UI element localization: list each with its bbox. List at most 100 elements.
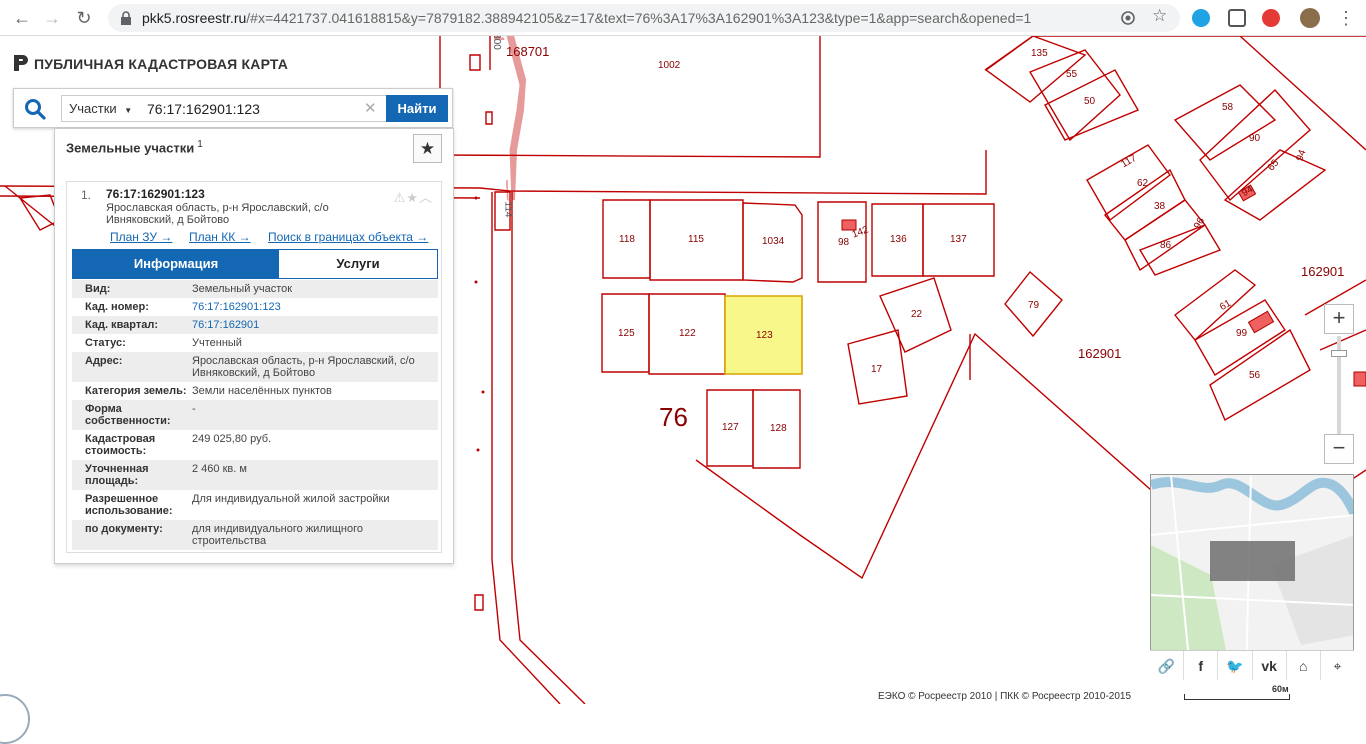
search-input[interactable] — [135, 95, 387, 122]
location-target-icon[interactable] — [1120, 10, 1136, 26]
attribute-key: Форма собственности: — [85, 403, 171, 427]
attribute-key: Кад. квартал: — [85, 319, 159, 331]
search-type-label: Участки — [69, 101, 117, 116]
vk-icon[interactable]: vk — [1253, 651, 1287, 680]
attribute-value[interactable]: 76:17:162901 — [192, 319, 438, 331]
attributes-table: Вид: Земельный участок Кад. номер: 76:17:16… — [72, 280, 438, 550]
attribute-key: Адрес: — [85, 355, 123, 367]
warning-icon[interactable]: ⚠ — [394, 190, 407, 205]
lock-icon — [121, 11, 131, 25]
link-icon[interactable]: 🔗 — [1150, 651, 1185, 680]
plan-kk-link[interactable]: План КК → — [189, 230, 251, 244]
star-icon[interactable]: ★ — [413, 134, 442, 163]
attribute-value: Земельный участок — [192, 283, 293, 295]
parcel-label: 22 — [911, 309, 923, 320]
parcel-label: 136 — [890, 234, 907, 245]
tab-services[interactable]: Услуги — [279, 250, 437, 278]
parcel-label: 122 — [679, 328, 696, 339]
chevron-up-icon[interactable]: ︿ — [419, 190, 433, 205]
chevron-down-icon: ▼ — [124, 106, 133, 115]
parcel-label: 58 — [1222, 102, 1234, 113]
attribute-row: Кад. квартал: 76:17:162901 — [72, 316, 438, 334]
menu-dots-icon[interactable]: ⋮ — [1336, 8, 1356, 28]
arrow-left-icon[interactable]: ← — [12, 8, 32, 28]
parcel-label: 125 — [618, 328, 635, 339]
search-button[interactable]: Найти — [386, 95, 448, 122]
parcel-label: 123 — [756, 330, 773, 341]
parcel-label: 99 — [1236, 328, 1248, 339]
attribute-value: Земли населённых пунктов — [192, 385, 332, 397]
road-label: 114 — [502, 201, 514, 218]
search-type-dropdown[interactable]: Участки ▼ — [61, 95, 136, 122]
parcel-label: 79 — [1028, 300, 1040, 311]
parcel-label: 50 — [1084, 96, 1096, 107]
url-host: pkk5.rosreestr.ru — [142, 10, 247, 26]
parcel-label: 38 — [1154, 201, 1166, 212]
zoom-in-button[interactable]: + — [1324, 304, 1354, 334]
parcel-label: 90 — [1249, 133, 1261, 144]
attribute-row: Вид: Земельный участок — [72, 280, 438, 298]
reload-icon[interactable]: ↻ — [74, 8, 94, 28]
scale-label: 60м — [1272, 684, 1289, 694]
attribute-row: Уточненная площадь: 2 460 кв. м — [72, 460, 438, 490]
parcel-label: 17 — [871, 364, 883, 375]
attribute-key: Кад. номер: — [85, 301, 149, 313]
zoom-slider-handle[interactable] — [1331, 349, 1347, 357]
locate-icon[interactable]: ⌖ — [1321, 651, 1354, 680]
parcel-label: 1034 — [762, 236, 785, 247]
map-share-toolbar: 🔗 f 🐦 vk ⌂ ⌖ — [1150, 650, 1354, 680]
parcel-label: 86 — [1160, 240, 1172, 251]
attribute-row: Разрешенное использование: Для индивидуал… — [72, 490, 438, 520]
attribute-key: Категория земель: — [85, 385, 187, 397]
attribute-value: для индивидуального жилищного строительс… — [192, 523, 364, 547]
facebook-icon[interactable]: f — [1184, 651, 1219, 680]
address-bar[interactable]: pkk5.rosreestr.ru/#x=4421737.041618815&y… — [108, 4, 1180, 32]
home-icon[interactable]: ⌂ — [1287, 651, 1321, 680]
extension-icon[interactable] — [1228, 9, 1246, 27]
attribute-value: Для индивидуальной жилой застройки — [192, 493, 390, 505]
result-address: Ярославская область, р-н Ярославский, с/… — [106, 202, 329, 226]
attribute-value: Учтенный — [192, 337, 242, 349]
result-cadastral-number[interactable]: 76:17:162901:123 — [106, 187, 205, 201]
parcel-label: 135 — [1031, 48, 1048, 59]
app-title-text: ПУБЛИЧНАЯ КАДАСТРОВАЯ КАРТА — [34, 56, 289, 72]
search-bar: Участки ▼ ✕ Найти — [13, 88, 453, 128]
quarter-label: 162901 — [1078, 346, 1122, 361]
plan-zu-link[interactable]: План ЗУ → — [110, 230, 172, 244]
results-panel: Земельные участки 1 ★ 1. 76:17:162901:123… — [54, 128, 454, 564]
search-in-bounds-link[interactable]: Поиск в границах объекта → — [268, 230, 428, 244]
attribute-row: Адрес: Ярославская область, р-н Ярославск… — [72, 352, 438, 382]
search-icon[interactable] — [24, 98, 46, 120]
parcel-label: 137 — [950, 234, 967, 245]
url-path: /#x=4421737.041618815&y=7879182.38894210… — [246, 10, 1032, 26]
app-title: ПУБЛИЧНАЯ КАДАСТРОВАЯ КАРТА — [14, 55, 288, 72]
result-count: 1 — [197, 139, 203, 150]
attribute-key: Статус: — [85, 337, 126, 349]
attribute-row: Кад. номер: 76:17:162901:123 — [72, 298, 438, 316]
adblock-extension-icon[interactable] — [1262, 9, 1280, 27]
parcel-label: 115 — [688, 234, 704, 245]
result-index: 1. — [81, 188, 92, 202]
quarter-label: 162901 — [1301, 264, 1345, 279]
parcel-label: 128 — [770, 423, 787, 434]
star-outline-icon[interactable]: ★ — [406, 190, 419, 205]
close-icon[interactable]: ✕ — [364, 99, 377, 117]
attribution: ЕЭКО © Росреестр 2010 | ПКК © Росреестр … — [878, 691, 1132, 702]
skype-extension-icon[interactable] — [1192, 9, 1210, 27]
parcel-label: 56 — [1249, 370, 1261, 381]
attribute-row: Статус: Учтенный — [72, 334, 438, 352]
attribute-key: Вид: — [85, 283, 111, 295]
attribute-row: Кадастровая стоимость: 249 025,80 руб. — [72, 430, 438, 460]
arrow-right-icon[interactable]: → — [42, 8, 62, 28]
zoom-out-button[interactable]: − — [1324, 434, 1354, 464]
star-bookmark-icon[interactable]: ☆ — [1152, 6, 1167, 26]
panel-heading: Земельные участки 1 — [66, 139, 203, 155]
parcel-label: 98 — [838, 237, 850, 248]
attribute-key: Кадастровая стоимость: — [85, 433, 156, 457]
attribute-value[interactable]: 76:17:162901:123 — [192, 301, 438, 313]
twitter-icon[interactable]: 🐦 — [1218, 651, 1253, 680]
avatar[interactable] — [1300, 8, 1320, 28]
tabs: Информация Услуги — [72, 249, 438, 279]
tab-information[interactable]: Информация — [73, 250, 279, 278]
browser-toolbar: ← → ↻ pkk5.rosreestr.ru/#x=4421737.04161… — [0, 0, 1366, 36]
